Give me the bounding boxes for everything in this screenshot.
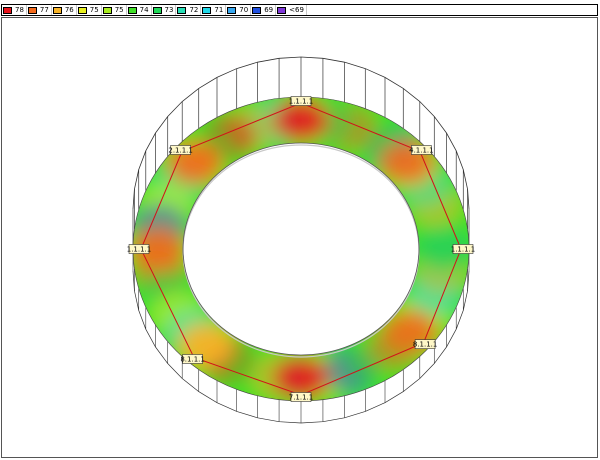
legend-swatch	[102, 6, 112, 14]
legend-item: 69	[251, 5, 277, 15]
legend-swatch	[27, 6, 37, 14]
legend-item: 75	[77, 5, 102, 15]
legend-swatch	[252, 6, 262, 14]
legend-swatch	[127, 6, 137, 14]
legend-label: 77	[39, 6, 49, 14]
sensor-tag-label: 1.1.1.1	[289, 98, 314, 106]
ring-view-canvas[interactable]: 1.1.1.1 2.1.1.1 1.1.1.1 8.1.1.1 7.1.1.1 8.1.1…	[1, 17, 598, 458]
sensor-tag-label: 8.1.1.1	[413, 341, 438, 349]
legend-label: 71	[214, 6, 224, 14]
sensor-tag-label: 4.1.1.1	[409, 146, 434, 154]
sensor-tag[interactable]: 1.1.1.1	[451, 244, 476, 254]
legend-swatch	[177, 6, 187, 14]
sensor-tag-label: 1.1.1.1	[127, 246, 152, 254]
sensor-tag[interactable]: 4.1.1.1	[409, 145, 434, 155]
sensor-tag[interactable]: 1.1.1.1	[289, 96, 314, 106]
legend-label: 69	[264, 6, 274, 14]
legend-label: 75	[114, 6, 124, 14]
legend-swatch	[227, 6, 237, 14]
legend-swatch	[152, 6, 162, 14]
legend-swatch	[202, 6, 212, 14]
temperature-legend: 78 77 76 75 75 74 73 72 71 70 69 <69	[1, 4, 598, 16]
legend-label: 75	[89, 6, 99, 14]
sensor-tag[interactable]: 8.1.1.1	[413, 339, 438, 349]
legend-label: 70	[239, 6, 249, 14]
sensor-tag[interactable]: 8.1.1.1	[180, 354, 205, 364]
legend-item: 74	[127, 5, 152, 15]
legend-label: 76	[64, 6, 74, 14]
legend-item: 71	[201, 5, 227, 15]
legend-swatch	[52, 6, 62, 14]
legend-swatch	[77, 6, 87, 14]
temperature-field	[2, 18, 597, 457]
legend-item: 78	[2, 5, 27, 15]
legend-item: <69	[276, 5, 307, 15]
sensor-tag-label: 8.1.1.1	[180, 355, 205, 363]
sensor-tag-label: 1.1.1.1	[451, 246, 476, 254]
sensor-tag-label: 2.1.1.1	[168, 146, 193, 154]
legend-item: 77	[27, 5, 52, 15]
legend-item: 72	[176, 5, 202, 15]
sensor-tag[interactable]: 1.1.1.1	[127, 244, 152, 254]
legend-item: 75	[102, 5, 127, 15]
legend-swatch	[277, 6, 287, 14]
legend-swatch	[3, 6, 12, 14]
sensor-tag-label: 7.1.1.1	[289, 394, 314, 402]
ring-temperature-plot[interactable]: 1.1.1.1 2.1.1.1 1.1.1.1 8.1.1.1 7.1.1.1 8.1.1…	[2, 18, 597, 457]
legend-label: <69	[289, 6, 304, 14]
sensor-tag[interactable]: 2.1.1.1	[168, 145, 193, 155]
sensor-tag[interactable]: 7.1.1.1	[289, 392, 314, 402]
legend-item: 76	[52, 5, 77, 15]
legend-item: 70	[226, 5, 252, 15]
legend-item: 73	[152, 5, 177, 15]
thermal-map-window: 78 77 76 75 75 74 73 72 71 70 69 <69 1.1.	[0, 0, 600, 460]
legend-label: 73	[164, 6, 174, 14]
legend-label: 72	[189, 6, 199, 14]
legend-label: 78	[15, 6, 24, 14]
legend-label: 74	[139, 6, 149, 14]
